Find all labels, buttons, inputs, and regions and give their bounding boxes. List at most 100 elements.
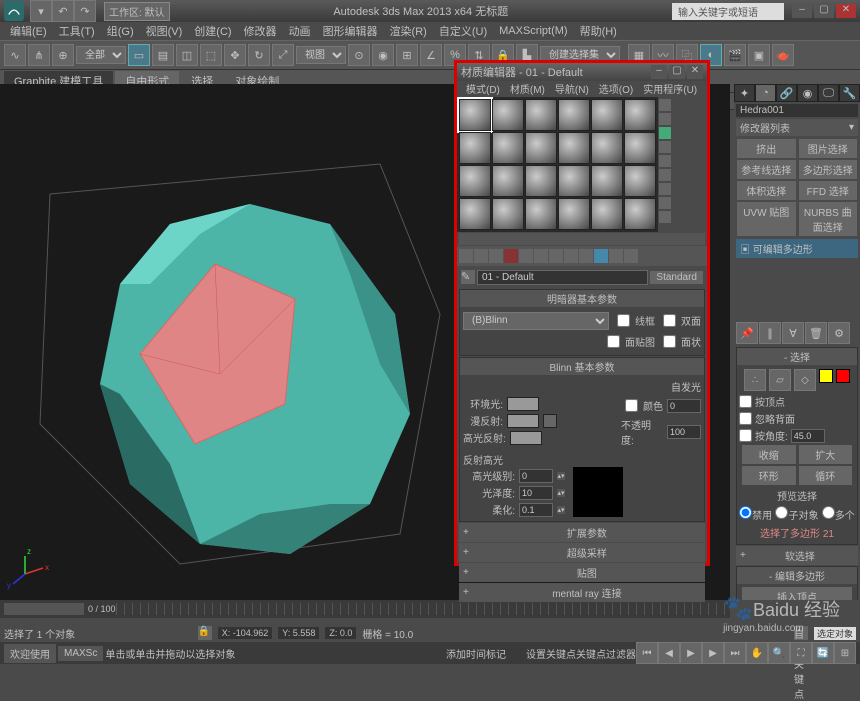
pin-stack-icon[interactable]: 📌: [736, 322, 758, 344]
opacity-spinner[interactable]: [667, 425, 701, 439]
menu-animation[interactable]: 动画: [283, 23, 317, 39]
mat-close-button[interactable]: ✕: [687, 65, 703, 79]
edge-sel-button[interactable]: 参考线选择: [737, 160, 796, 179]
menu-tools[interactable]: 工具(T): [53, 23, 101, 39]
faceted-checkbox[interactable]: 面状: [659, 332, 701, 351]
material-slot-16[interactable]: [558, 165, 590, 197]
backlight-icon[interactable]: [659, 113, 671, 125]
mat-menu-util[interactable]: 实用程序(U): [638, 81, 702, 97]
sample-uv-icon[interactable]: [659, 141, 671, 153]
material-slot-9[interactable]: [525, 132, 557, 164]
zoom-icon[interactable]: 🔍: [768, 642, 790, 664]
specular-swatch[interactable]: [510, 431, 542, 445]
time-slider[interactable]: 0 / 100: [0, 600, 730, 618]
setkey-button[interactable]: 设置关键点: [526, 646, 576, 661]
autokey-button[interactable]: 自动关键点: [794, 626, 808, 640]
soft-sel-rollup[interactable]: + 软选择: [736, 546, 858, 565]
mat-menu-options[interactable]: 选项(O): [594, 81, 638, 97]
modify-tab-icon[interactable]: ◔: [755, 84, 776, 102]
material-slot-18[interactable]: [624, 165, 656, 197]
mat-maximize-button[interactable]: ▢: [669, 65, 685, 79]
select-by-mat-icon[interactable]: [659, 197, 671, 209]
render-icon[interactable]: 🫖: [772, 44, 794, 66]
select-link-icon[interactable]: ∿: [4, 44, 26, 66]
assign-to-sel-icon[interactable]: [489, 249, 503, 263]
by-vertex-checkbox[interactable]: [739, 395, 752, 408]
menu-modifiers[interactable]: 修改器: [238, 23, 283, 39]
material-map-icon[interactable]: [659, 211, 671, 223]
next-frame-icon[interactable]: ▶: [702, 642, 724, 664]
object-name-field[interactable]: Hedra001: [736, 104, 858, 117]
material-slot-5[interactable]: [591, 99, 623, 131]
frame-slider[interactable]: [4, 603, 84, 615]
unlink-icon[interactable]: ⋔: [28, 44, 50, 66]
border-subobj-icon[interactable]: ◇: [794, 369, 816, 391]
spec-level-spinner[interactable]: [519, 469, 553, 483]
x-coord[interactable]: X: -104.962: [218, 627, 273, 639]
make-unique-icon[interactable]: ∀: [782, 322, 804, 344]
mat-minimize-button[interactable]: –: [651, 65, 667, 79]
prev-frame-icon[interactable]: ◀: [658, 642, 680, 664]
preview-subobj-radio[interactable]: 子对象: [775, 506, 818, 522]
play-icon[interactable]: ▶: [680, 642, 702, 664]
nurbs-button[interactable]: NURBS 曲面选择: [799, 202, 858, 236]
material-id-icon[interactable]: [564, 249, 578, 263]
mat-menu-nav[interactable]: 导航(N): [550, 81, 594, 97]
put-to-scene-icon[interactable]: [474, 249, 488, 263]
go-parent-icon[interactable]: [609, 249, 623, 263]
show-map-icon[interactable]: [579, 249, 593, 263]
material-slot-11[interactable]: [591, 132, 623, 164]
keymode-select[interactable]: 选定对象: [814, 627, 856, 640]
show-end-result-icon[interactable]: ∥: [759, 322, 781, 344]
shader-select[interactable]: (B)Blinn: [463, 312, 609, 330]
pick-material-icon[interactable]: ✎: [461, 270, 475, 284]
close-button[interactable]: ✕: [836, 4, 856, 18]
put-to-lib-icon[interactable]: [549, 249, 563, 263]
pivot-icon[interactable]: ⊙: [348, 44, 370, 66]
utilities-tab-icon[interactable]: 🔧: [839, 84, 860, 102]
minimize-button[interactable]: –: [792, 4, 812, 18]
goto-start-icon[interactable]: ⏮: [636, 642, 658, 664]
undo-icon[interactable]: ↶: [52, 0, 74, 22]
vol-sel-button[interactable]: 体积选择: [737, 181, 796, 200]
manipulate-icon[interactable]: ◉: [372, 44, 394, 66]
material-slot-10[interactable]: [558, 132, 590, 164]
move-icon[interactable]: ✥: [224, 44, 246, 66]
scale-icon[interactable]: ⤢: [272, 44, 294, 66]
redo-icon[interactable]: ↷: [74, 0, 96, 22]
menu-custom[interactable]: 自定义(U): [433, 23, 493, 39]
max-toggle-icon[interactable]: ⊞: [834, 642, 856, 664]
preview-multi-radio[interactable]: 多个: [822, 506, 855, 522]
menu-graph[interactable]: 图形编辑器: [317, 23, 384, 39]
supersample-rollup[interactable]: +超级采样: [459, 543, 705, 562]
edit-poly-rollup-title[interactable]: - 编辑多边形: [737, 567, 857, 584]
vertex-subobj-icon[interactable]: ∴: [744, 369, 766, 391]
squeeze-button[interactable]: 挤出: [737, 139, 796, 158]
diffuse-map-button[interactable]: [543, 414, 557, 428]
material-slot-2[interactable]: [492, 99, 524, 131]
material-name-input[interactable]: [477, 270, 648, 285]
insert-vert-button[interactable]: 插入顶点: [742, 587, 852, 600]
selection-rollup-title[interactable]: - 选择: [737, 348, 857, 365]
show-end-icon[interactable]: [594, 249, 608, 263]
material-slot-3[interactable]: [525, 99, 557, 131]
go-sibling-icon[interactable]: [624, 249, 638, 263]
maxscript-tab[interactable]: MAXSc: [58, 646, 103, 661]
video-check-icon[interactable]: [659, 155, 671, 167]
menu-create[interactable]: 创建(C): [188, 23, 237, 39]
remove-mod-icon[interactable]: 🗑: [805, 322, 827, 344]
by-angle-checkbox[interactable]: [739, 429, 752, 442]
ext-params-rollup[interactable]: +扩展参数: [459, 523, 705, 542]
ffd-button[interactable]: FFD 选择: [799, 181, 858, 200]
mat-menu-material[interactable]: 材质(M): [505, 81, 550, 97]
workspace-selector[interactable]: 工作区: 默认: [104, 2, 170, 21]
config-sets-icon[interactable]: ⚙: [828, 322, 850, 344]
orbit-icon[interactable]: 🔄: [812, 642, 834, 664]
zoom-ext-icon[interactable]: ⛶: [790, 642, 812, 664]
get-material-icon[interactable]: [459, 249, 473, 263]
poly-sel-button[interactable]: 多边形选择: [799, 160, 858, 179]
ambient-swatch[interactable]: [507, 397, 539, 411]
shrink-button[interactable]: 收缩: [742, 445, 796, 464]
ignore-bf-checkbox[interactable]: [739, 412, 752, 425]
modifier-list-select[interactable]: 修改器列表▾: [736, 119, 858, 136]
